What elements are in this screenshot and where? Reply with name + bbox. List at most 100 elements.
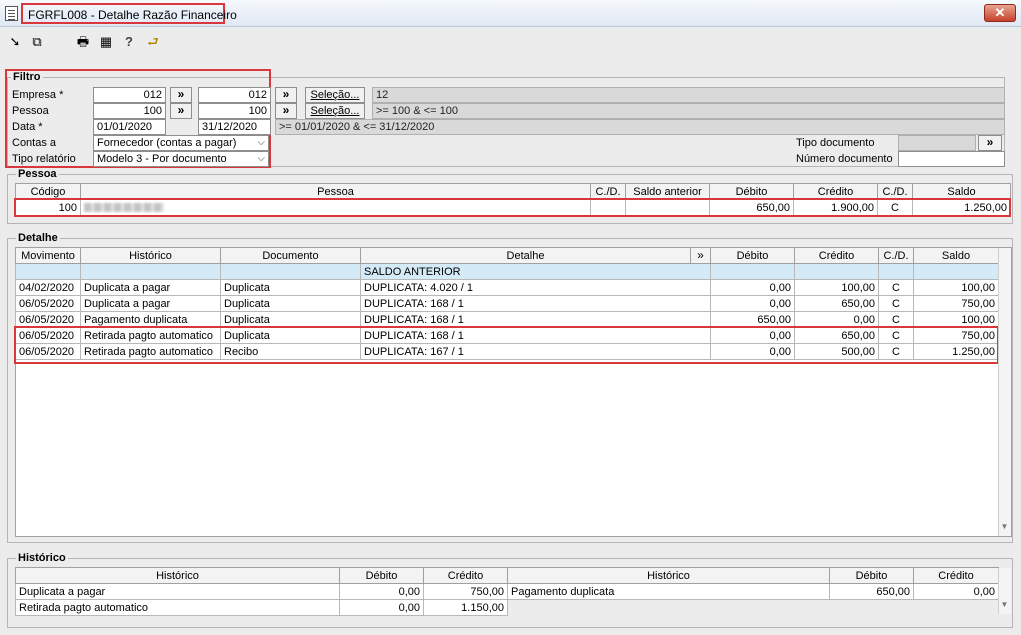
saldo-anterior-row[interactable]: SALDO ANTERIOR bbox=[15, 263, 999, 280]
row-credito: 650,00 bbox=[794, 327, 879, 344]
calendar-icon[interactable]: ▦ bbox=[98, 34, 114, 50]
pessoa-saldo: 1.250,00 bbox=[912, 199, 1011, 216]
col-header-debito[interactable]: Débito bbox=[710, 247, 795, 264]
col-header-historico[interactable]: Histórico bbox=[507, 567, 830, 584]
col-header-pessoa[interactable]: Pessoa bbox=[80, 183, 591, 200]
historico-left-header: Histórico Débito Crédito bbox=[15, 567, 508, 584]
col-header-saldo[interactable]: Saldo bbox=[913, 247, 999, 264]
col-header-debito[interactable]: Débito bbox=[709, 183, 794, 200]
detalhe-scrollbar[interactable] bbox=[998, 248, 1011, 536]
row-documento: Duplicata bbox=[220, 311, 361, 328]
col-header-historico[interactable]: Histórico bbox=[80, 247, 221, 264]
tipo-relatorio-select[interactable]: Modelo 3 - Por documento ⌵ bbox=[93, 151, 269, 167]
row-credito: 650,00 bbox=[794, 295, 879, 312]
pessoa-from-input[interactable]: 100 bbox=[93, 103, 166, 119]
scroll-down-icon[interactable]: ▼ bbox=[998, 600, 1011, 609]
hist-credito: 750,00 bbox=[423, 583, 508, 600]
cell bbox=[913, 263, 999, 280]
col-header-credito[interactable]: Crédito bbox=[913, 567, 999, 584]
row-historico: Pagamento duplicata bbox=[80, 311, 221, 328]
pessoa-header-row: Código Pessoa C./D. Saldo anterior Débit… bbox=[15, 183, 1011, 200]
row-saldo: 750,00 bbox=[913, 295, 999, 312]
redacted-name bbox=[84, 203, 164, 213]
row-movimento: 04/02/2020 bbox=[15, 279, 81, 296]
pessoa-codigo: 100 bbox=[15, 199, 81, 216]
windows-icon[interactable]: ⧉ bbox=[29, 34, 45, 50]
col-header-cd[interactable]: C./D. bbox=[590, 183, 626, 200]
empresa-lookup-button[interactable]: » bbox=[170, 87, 192, 103]
col-header-debito[interactable]: Débito bbox=[339, 567, 424, 584]
row-documento: Duplicata bbox=[220, 327, 361, 344]
tipo-documento-input[interactable] bbox=[898, 135, 976, 151]
table-row[interactable]: 100 650,00 1.900,00 C 1.250,00 bbox=[15, 199, 1011, 216]
empresa-to-lookup-button[interactable]: » bbox=[275, 87, 297, 103]
col-header-cd2[interactable]: C./D. bbox=[877, 183, 913, 200]
pessoa-lookup-button[interactable]: » bbox=[170, 103, 192, 119]
empresa-summary: 12 bbox=[372, 87, 1005, 103]
cell bbox=[878, 263, 914, 280]
saldo-anterior-label: SALDO ANTERIOR bbox=[360, 263, 711, 280]
row-movimento: 06/05/2020 bbox=[15, 327, 81, 344]
contas-select-value: Fornecedor (contas a pagar) bbox=[97, 137, 237, 149]
print-icon[interactable]: 🖶 bbox=[75, 34, 91, 50]
col-header-movimento[interactable]: Movimento bbox=[15, 247, 81, 264]
hist-debito: 650,00 bbox=[829, 583, 914, 600]
table-row[interactable]: 06/05/2020 Duplicata a pagar Duplicata D… bbox=[15, 295, 999, 312]
row-debito: 0,00 bbox=[710, 327, 795, 344]
col-header-credito[interactable]: Crédito bbox=[793, 183, 878, 200]
table-row[interactable]: Duplicata a pagar 0,00 750,00 bbox=[15, 583, 508, 600]
pessoa-to-lookup-button[interactable]: » bbox=[275, 103, 297, 119]
col-header-cd[interactable]: C./D. bbox=[878, 247, 914, 264]
col-header-codigo[interactable]: Código bbox=[15, 183, 81, 200]
col-header-debito[interactable]: Débito bbox=[829, 567, 914, 584]
scroll-down-icon[interactable]: ▼ bbox=[998, 522, 1011, 531]
detalhe-group-label: Detalhe bbox=[16, 232, 60, 244]
table-row[interactable]: 06/05/2020 Retirada pagto automatico Rec… bbox=[15, 343, 999, 360]
empresa-from-input[interactable]: 012 bbox=[93, 87, 166, 103]
col-header-detalhe[interactable]: Detalhe bbox=[360, 247, 691, 264]
table-row[interactable]: 06/05/2020 Pagamento duplicata Duplicata… bbox=[15, 311, 999, 328]
hist-credito: 1.150,00 bbox=[423, 599, 508, 616]
row-detalhe: DUPLICATA: 168 / 1 bbox=[360, 311, 711, 328]
empresa-to-input[interactable]: 012 bbox=[198, 87, 271, 103]
historico-right-table: Histórico Débito Crédito Pagamento dupli… bbox=[507, 567, 999, 600]
col-header-saldo-anterior[interactable]: Saldo anterior bbox=[625, 183, 710, 200]
empresa-selecao-button[interactable]: Seleção... bbox=[305, 87, 365, 103]
row-detalhe: DUPLICATA: 168 / 1 bbox=[360, 295, 711, 312]
empresa-label: Empresa * bbox=[12, 89, 64, 101]
col-header-documento[interactable]: Documento bbox=[220, 247, 361, 264]
row-cd: C bbox=[878, 327, 914, 344]
close-button[interactable]: ✕ bbox=[984, 4, 1016, 22]
col-header-historico[interactable]: Histórico bbox=[15, 567, 340, 584]
row-detalhe: DUPLICATA: 167 / 1 bbox=[360, 343, 711, 360]
pessoa-to-input[interactable]: 100 bbox=[198, 103, 271, 119]
col-header-credito[interactable]: Crédito bbox=[423, 567, 508, 584]
numero-documento-input[interactable] bbox=[898, 151, 1005, 167]
table-row[interactable]: Pagamento duplicata 650,00 0,00 bbox=[507, 583, 999, 600]
pessoa-selecao-button[interactable]: Seleção... bbox=[305, 103, 365, 119]
col-header-credito[interactable]: Crédito bbox=[794, 247, 879, 264]
row-documento: Recibo bbox=[220, 343, 361, 360]
row-cd: C bbox=[878, 311, 914, 328]
data-summary: >= 01/01/2020 & <= 31/12/2020 bbox=[275, 119, 1005, 135]
chevron-down-icon: ⌵ bbox=[257, 153, 265, 164]
row-credito: 0,00 bbox=[794, 311, 879, 328]
col-header-saldo[interactable]: Saldo bbox=[912, 183, 1011, 200]
pessoa-credito: 1.900,00 bbox=[793, 199, 878, 216]
cell bbox=[220, 263, 361, 280]
row-debito: 0,00 bbox=[710, 279, 795, 296]
row-historico: Retirada pagto automatico bbox=[80, 327, 221, 344]
data-from-input[interactable]: 01/01/2020 bbox=[93, 119, 166, 135]
row-historico: Duplicata a pagar bbox=[80, 295, 221, 312]
pessoa-table: Código Pessoa C./D. Saldo anterior Débit… bbox=[15, 183, 1011, 216]
expand-detail-button[interactable]: » bbox=[690, 247, 711, 264]
help-icon[interactable]: ? bbox=[121, 34, 137, 50]
arrow-in-icon[interactable]: ➘ bbox=[7, 34, 23, 50]
contas-select[interactable]: Fornecedor (contas a pagar) ⌵ bbox=[93, 135, 269, 151]
table-row[interactable]: Retirada pagto automatico 0,00 1.150,00 bbox=[15, 599, 508, 616]
table-row[interactable]: 04/02/2020 Duplicata a pagar Duplicata D… bbox=[15, 279, 999, 296]
table-row[interactable]: 06/05/2020 Retirada pagto automatico Dup… bbox=[15, 327, 999, 344]
tipo-documento-lookup-button[interactable]: » bbox=[978, 135, 1002, 151]
exit-door-icon[interactable]: ⮐ bbox=[145, 34, 161, 50]
data-to-input[interactable]: 31/12/2020 bbox=[198, 119, 271, 135]
